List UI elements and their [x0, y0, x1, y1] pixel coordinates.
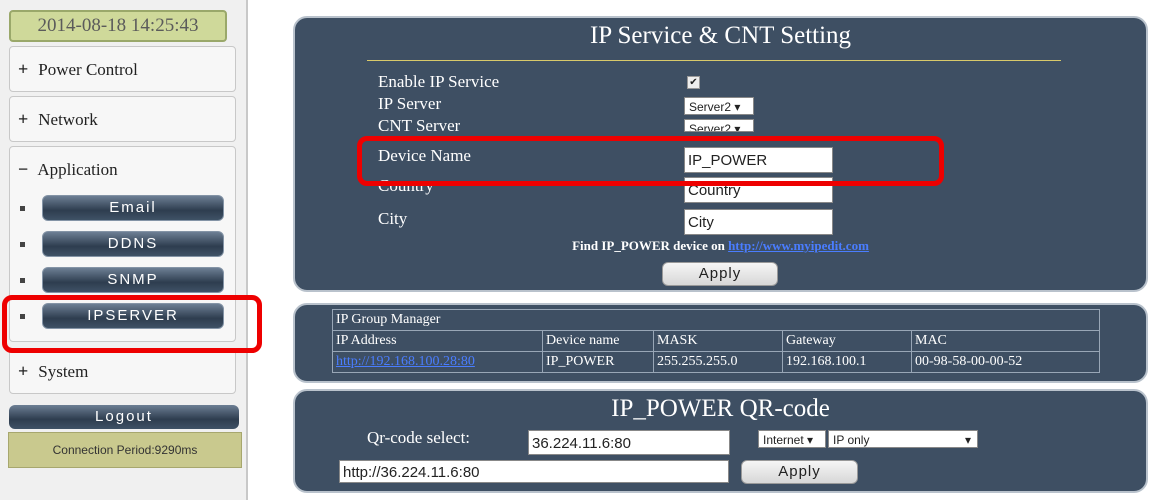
qr-select-label: Qr-code select: [367, 428, 471, 447]
ip-group-table: IP Group Manager IP Address Device name … [332, 309, 1100, 373]
submenu-email: Email [10, 191, 235, 227]
column-header: IP Address [332, 330, 543, 352]
table-cell: 255.255.255.0 [653, 351, 783, 373]
collapse-icon: − [18, 159, 29, 179]
column-header: MAC [911, 330, 1100, 352]
qr-panel-title: IP_POWER QR-code [611, 395, 830, 422]
enable-ip-service-label: Enable IP Service [378, 72, 500, 91]
table-caption-row: IP Group Manager [332, 309, 1100, 331]
cnt-server-select[interactable]: Server2 ▾ [684, 119, 754, 132]
city-label: City [378, 209, 408, 228]
email-button[interactable]: Email [42, 195, 224, 221]
bullet-icon [20, 314, 25, 319]
title-divider [367, 60, 1061, 61]
clock-display: 2014-08-18 14:25:43 [9, 10, 227, 42]
cnt-server-label: CNT Server [378, 116, 461, 132]
bullet-icon [20, 206, 25, 211]
ipserver-button[interactable]: IPSERVER [42, 303, 224, 329]
table-header-row: IP Address Device name MASK Gateway MAC [332, 330, 1100, 352]
submenu-ipserver: IPSERVER [10, 299, 235, 335]
country-label: Country [378, 176, 434, 195]
table-cell: 192.168.100.1 [782, 351, 912, 373]
menu-application-header[interactable]: − Application [10, 147, 235, 191]
expand-icon: + [18, 361, 29, 381]
find-device-label: Find IP_POWER device on [572, 238, 729, 253]
menu-system[interactable]: + System [9, 348, 236, 394]
table-cell: 00-98-58-00-00-52 [911, 351, 1100, 373]
bullet-icon [20, 278, 25, 283]
menu-power-control-header[interactable]: + Power Control [10, 47, 235, 91]
table-row: http://192.168.100.28:80 IP_POWER 255.25… [332, 351, 1100, 373]
ddns-button[interactable]: DDNS [42, 231, 224, 257]
expand-icon: + [18, 109, 29, 129]
device-name-label: Device Name [378, 146, 471, 165]
menu-application: − Application Email DDNS SNMP IPSERVER [9, 146, 236, 342]
sidebar: 2014-08-18 14:25:43 + Power Control + Ne… [0, 0, 248, 500]
panel-title: IP Service & CNT Setting [589, 22, 852, 49]
menu-label: Application [37, 160, 118, 179]
column-header: Gateway [782, 330, 912, 352]
device-ip-link[interactable]: http://192.168.100.28:80 [332, 351, 543, 373]
network-select[interactable]: Internet ▾ [758, 430, 826, 448]
menu-label: Network [38, 110, 98, 129]
ip-service-panel: IP Service & CNT Setting Enable IP Servi… [293, 16, 1148, 292]
submenu-snmp: SNMP [10, 263, 235, 299]
apply-button[interactable]: Apply [662, 262, 778, 286]
submenu-ddns: DDNS [10, 227, 235, 263]
enable-ip-service-checkbox[interactable]: ✔ [687, 76, 700, 89]
menu-system-header[interactable]: + System [10, 349, 235, 393]
find-device-text: Find IP_POWER device on http://www.myipe… [295, 238, 1146, 254]
menu-network-header[interactable]: + Network [10, 97, 235, 141]
device-name-input[interactable]: IP_POWER [684, 147, 833, 173]
qr-code-panel: IP_POWER QR-code Qr-code select: 36.224.… [293, 389, 1148, 493]
qr-url-input[interactable]: http://36.224.11.6:80 [339, 460, 729, 483]
qr-apply-button[interactable]: Apply [741, 460, 858, 484]
myipedit-link[interactable]: http://www.myipedit.com [728, 238, 869, 253]
ip-server-label: IP Server [378, 94, 442, 113]
mode-select-value: IP only [833, 433, 870, 447]
table-caption: IP Group Manager [332, 309, 1100, 331]
qr-address-input[interactable]: 36.224.11.6:80 [528, 430, 730, 455]
menu-network[interactable]: + Network [9, 96, 236, 142]
country-input[interactable]: Country [684, 177, 833, 203]
chevron-down-icon: ▾ [964, 433, 971, 447]
snmp-button[interactable]: SNMP [42, 267, 224, 293]
mode-select[interactable]: IP only ▾ [828, 430, 978, 448]
connection-period: Connection Period:9290ms [8, 432, 242, 468]
menu-label: System [38, 362, 89, 381]
menu-power-control[interactable]: + Power Control [9, 46, 236, 92]
bullet-icon [20, 242, 25, 247]
table-cell: IP_POWER [542, 351, 654, 373]
column-header: MASK [653, 330, 783, 352]
logout-button[interactable]: Logout [9, 405, 239, 429]
menu-label: Power Control [38, 60, 138, 79]
expand-icon: + [18, 59, 29, 79]
ip-server-select[interactable]: Server2 ▾ [684, 97, 754, 115]
city-input[interactable]: City [684, 209, 833, 235]
column-header: Device name [542, 330, 654, 352]
ip-group-manager-panel: IP Group Manager IP Address Device name … [293, 303, 1148, 383]
